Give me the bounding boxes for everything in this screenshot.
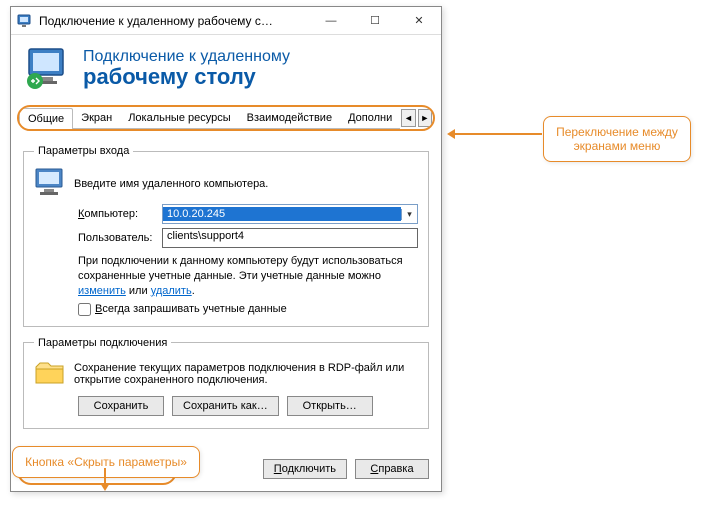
user-row: Пользователь: clients\support4 <box>78 228 418 248</box>
change-creds-link[interactable]: изменить <box>78 285 126 297</box>
rdp-logo-icon <box>25 45 73 93</box>
chevron-down-icon[interactable]: ▾ <box>401 209 417 220</box>
tab-scroll-right[interactable]: ► <box>418 109 432 127</box>
help-button[interactable]: Справка <box>355 459 429 479</box>
banner-text: Подключение к удаленному рабочему столу <box>83 48 290 90</box>
tab-strip: Общие Экран Локальные ресурсы Взаимодейс… <box>17 105 435 131</box>
rdp-window: Подключение к удаленному рабочему с… — ☐… <box>10 6 442 492</box>
login-intro-row: Введите имя удаленного компьютера. <box>34 167 418 200</box>
conn-desc: Сохранение текущих параметров подключени… <box>74 362 418 386</box>
arrow-to-tabs <box>450 133 542 135</box>
tab-local-resources[interactable]: Локальные ресурсы <box>120 108 238 129</box>
tab-body: Параметры входа Введите имя удаленного к… <box>11 135 441 449</box>
login-legend: Параметры входа <box>34 145 133 157</box>
save-button[interactable]: Сохранить <box>78 396 164 416</box>
save-as-button[interactable]: Сохранить как… <box>172 396 279 416</box>
app-icon <box>17 13 33 29</box>
always-ask-box[interactable] <box>78 303 91 316</box>
tab-experience[interactable]: Взаимодействие <box>239 108 340 129</box>
minimize-button[interactable]: — <box>309 7 353 35</box>
connection-legend: Параметры подключения <box>34 337 171 349</box>
conn-desc-row: Сохранение текущих параметров подключени… <box>34 359 418 390</box>
close-button[interactable]: ✕ <box>397 7 441 35</box>
always-ask-checkbox[interactable]: Всегда запрашивать учетные данные <box>78 303 418 316</box>
window-title: Подключение к удаленному рабочему с… <box>39 14 309 28</box>
conn-buttons: Сохранить Сохранить как… Открыть… <box>78 396 418 416</box>
login-intro: Введите имя удаленного компьютера. <box>74 178 268 190</box>
arrow-to-hide-params <box>104 468 106 488</box>
callout-tabs: Переключение между экранами меню <box>543 116 691 162</box>
folder-icon <box>34 359 74 390</box>
user-label: Пользователь: <box>78 232 162 244</box>
computer-label: Компьютер: <box>78 208 162 220</box>
computer-combo[interactable]: 10.0.20.245 ▾ <box>162 204 418 224</box>
connect-button[interactable]: Подключить <box>263 459 347 479</box>
maximize-button[interactable]: ☐ <box>353 7 397 35</box>
login-group: Параметры входа Введите имя удаленного к… <box>23 145 429 327</box>
header-banner: Подключение к удаленному рабочему столу <box>11 35 441 101</box>
tab-advanced[interactable]: Дополни <box>340 108 400 129</box>
user-field[interactable]: clients\support4 <box>162 228 418 248</box>
tab-general[interactable]: Общие <box>19 108 73 130</box>
delete-creds-link[interactable]: удалить <box>151 285 192 297</box>
open-button[interactable]: Открыть… <box>287 396 373 416</box>
banner-line2: рабочему столу <box>83 64 290 90</box>
connection-group: Параметры подключения Сохранение текущих… <box>23 337 429 429</box>
computer-value[interactable]: 10.0.20.245 <box>163 207 401 221</box>
saved-creds-note: При подключении к данному компьютеру буд… <box>78 254 418 299</box>
computer-row: Компьютер: 10.0.20.245 ▾ <box>78 204 418 224</box>
tab-display[interactable]: Экран <box>73 108 120 129</box>
callout-hide-params: Кнопка «Скрыть параметры» <box>12 446 200 478</box>
titlebar: Подключение к удаленному рабочему с… — ☐… <box>11 7 441 35</box>
tab-scroll-left[interactable]: ◄ <box>401 109 415 127</box>
computer-icon <box>34 167 74 200</box>
